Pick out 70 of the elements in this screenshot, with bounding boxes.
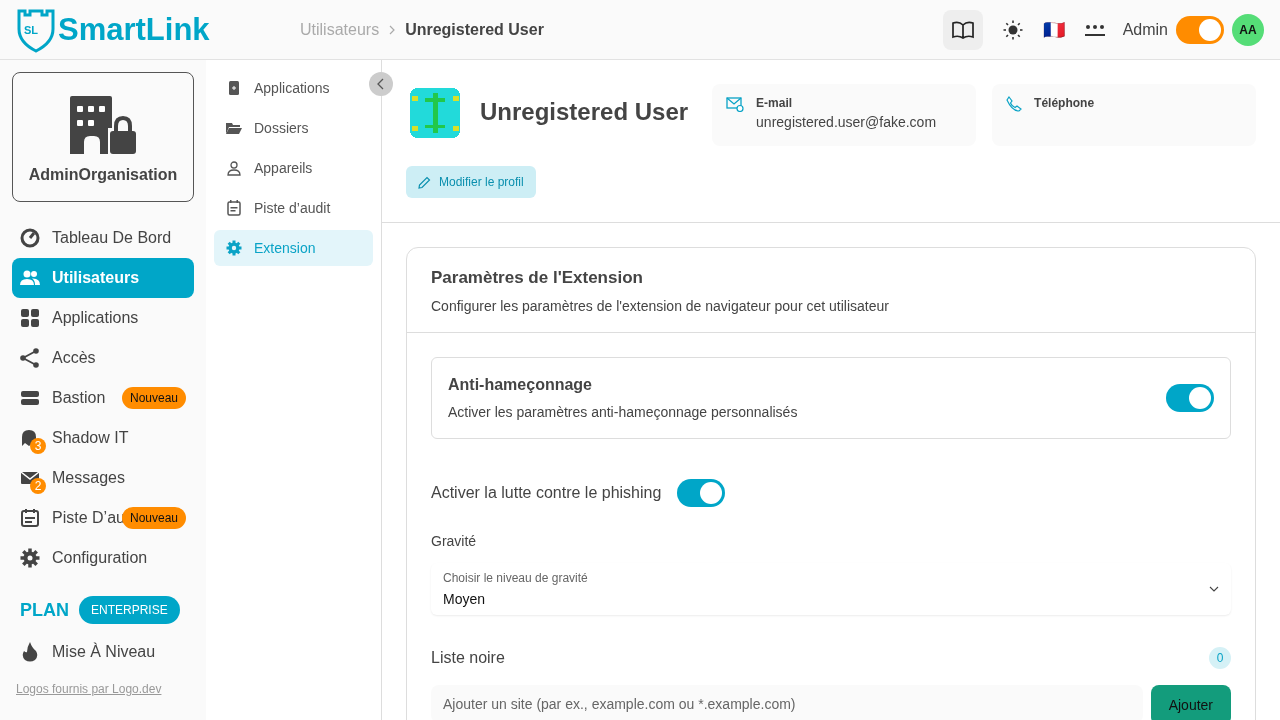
panel-description: Activer les paramètres anti-hameçonnage personnalisés bbox=[448, 404, 799, 420]
chevron-right-icon bbox=[389, 24, 396, 35]
sidebar-item[interactable]: 2 Messages bbox=[12, 458, 194, 498]
sidebar-item[interactable]: Applications bbox=[12, 298, 194, 338]
count-badge: 2 bbox=[30, 478, 46, 494]
organization-name: AdminOrganisation bbox=[28, 166, 178, 184]
plan-badge: ENTERPRISE bbox=[79, 596, 180, 624]
book-icon bbox=[951, 20, 974, 39]
subnav-item[interactable]: Dossiers bbox=[214, 110, 373, 146]
add-button[interactable]: Ajouter bbox=[1150, 685, 1231, 720]
password-icon[interactable] bbox=[1084, 22, 1105, 37]
subnav-item[interactable]: Appareils bbox=[214, 150, 373, 186]
toggle-switch[interactable] bbox=[1166, 384, 1214, 412]
panel-title: Anti-hameçonnage bbox=[448, 376, 593, 394]
sidebar-item[interactable]: Tableau De Bord bbox=[12, 218, 194, 258]
identicon-avatar bbox=[410, 88, 460, 138]
email-label: E-mail bbox=[756, 96, 794, 110]
subnav-item[interactable]: Applications bbox=[214, 70, 373, 106]
email-value: unregistered.user@fake.com bbox=[756, 114, 937, 130]
menu-icon bbox=[20, 388, 40, 408]
subnav-icon bbox=[226, 120, 242, 136]
email-icon bbox=[726, 96, 745, 112]
menu-icon bbox=[20, 548, 40, 568]
logo-initials: SL bbox=[24, 23, 39, 36]
site-input-field[interactable]: Ajouter un site (par ex., example.com ou *.example.com) bbox=[431, 685, 1143, 720]
menu-icon bbox=[20, 348, 40, 368]
subnav-item[interactable]: Piste d’audit bbox=[214, 190, 373, 226]
flame-icon bbox=[22, 642, 38, 662]
user-name-title: Unregistered User bbox=[480, 98, 689, 126]
sidebar-item[interactable]: Bastion Nouveau bbox=[12, 378, 194, 418]
subnav-icon bbox=[226, 200, 242, 216]
building-lock-icon bbox=[70, 96, 136, 154]
book-button[interactable] bbox=[942, 9, 983, 50]
sidebar-item[interactable]: Accès bbox=[12, 338, 194, 378]
count-badge: 0 bbox=[1209, 647, 1231, 669]
toggle-switch[interactable] bbox=[677, 479, 726, 507]
upgrade-item[interactable]: Mise À Niveau bbox=[12, 632, 194, 672]
sidebar-item[interactable]: 3 Shadow IT bbox=[12, 418, 194, 458]
sun-icon[interactable] bbox=[1002, 19, 1023, 40]
severity-label: Gravité bbox=[431, 533, 478, 549]
menu-icon bbox=[20, 268, 40, 288]
severity-select[interactable]: Choisir le niveau de gravité Moyen bbox=[431, 563, 1231, 615]
user-avatar[interactable]: AA bbox=[1232, 13, 1264, 46]
menu-icon bbox=[20, 228, 40, 248]
collapse-button[interactable] bbox=[369, 72, 393, 96]
mode-toggle[interactable] bbox=[1176, 15, 1224, 44]
phone-label: Téléphone bbox=[1034, 96, 1095, 110]
chevron-down-icon bbox=[1209, 586, 1219, 592]
logo-text: SmartLink bbox=[58, 11, 210, 48]
phishing-label: Activer la lutte contre le phishing bbox=[431, 484, 662, 502]
subnav-icon bbox=[226, 80, 242, 96]
count-badge: 3 bbox=[30, 438, 46, 454]
blacklist-label: Liste noire bbox=[431, 649, 505, 667]
menu-icon bbox=[20, 508, 40, 528]
new-badge: Nouveau bbox=[122, 387, 187, 409]
user-name: Admin bbox=[1122, 20, 1168, 39]
sidebar-item[interactable]: Configuration bbox=[12, 538, 194, 578]
pencil-icon bbox=[418, 175, 431, 189]
breadcrumb-item: Unregistered User bbox=[405, 20, 544, 39]
chevron-left-icon bbox=[377, 78, 385, 90]
card-subtitle: Configurer les paramètres de l'extension de navigateur pour cet utilisateur bbox=[431, 298, 890, 314]
menu-icon bbox=[20, 308, 40, 328]
subnav-icon bbox=[226, 160, 242, 176]
organization-card[interactable]: AdminOrganisation bbox=[12, 72, 194, 202]
language-flag[interactable]: 🇫🇷 bbox=[1042, 18, 1065, 41]
phone-icon bbox=[1006, 96, 1023, 112]
new-badge: Nouveau bbox=[122, 507, 187, 529]
subnav-icon bbox=[226, 240, 242, 256]
plan-label: PLAN bbox=[20, 599, 69, 621]
card-title: Paramètres de l'Extension bbox=[431, 268, 644, 288]
